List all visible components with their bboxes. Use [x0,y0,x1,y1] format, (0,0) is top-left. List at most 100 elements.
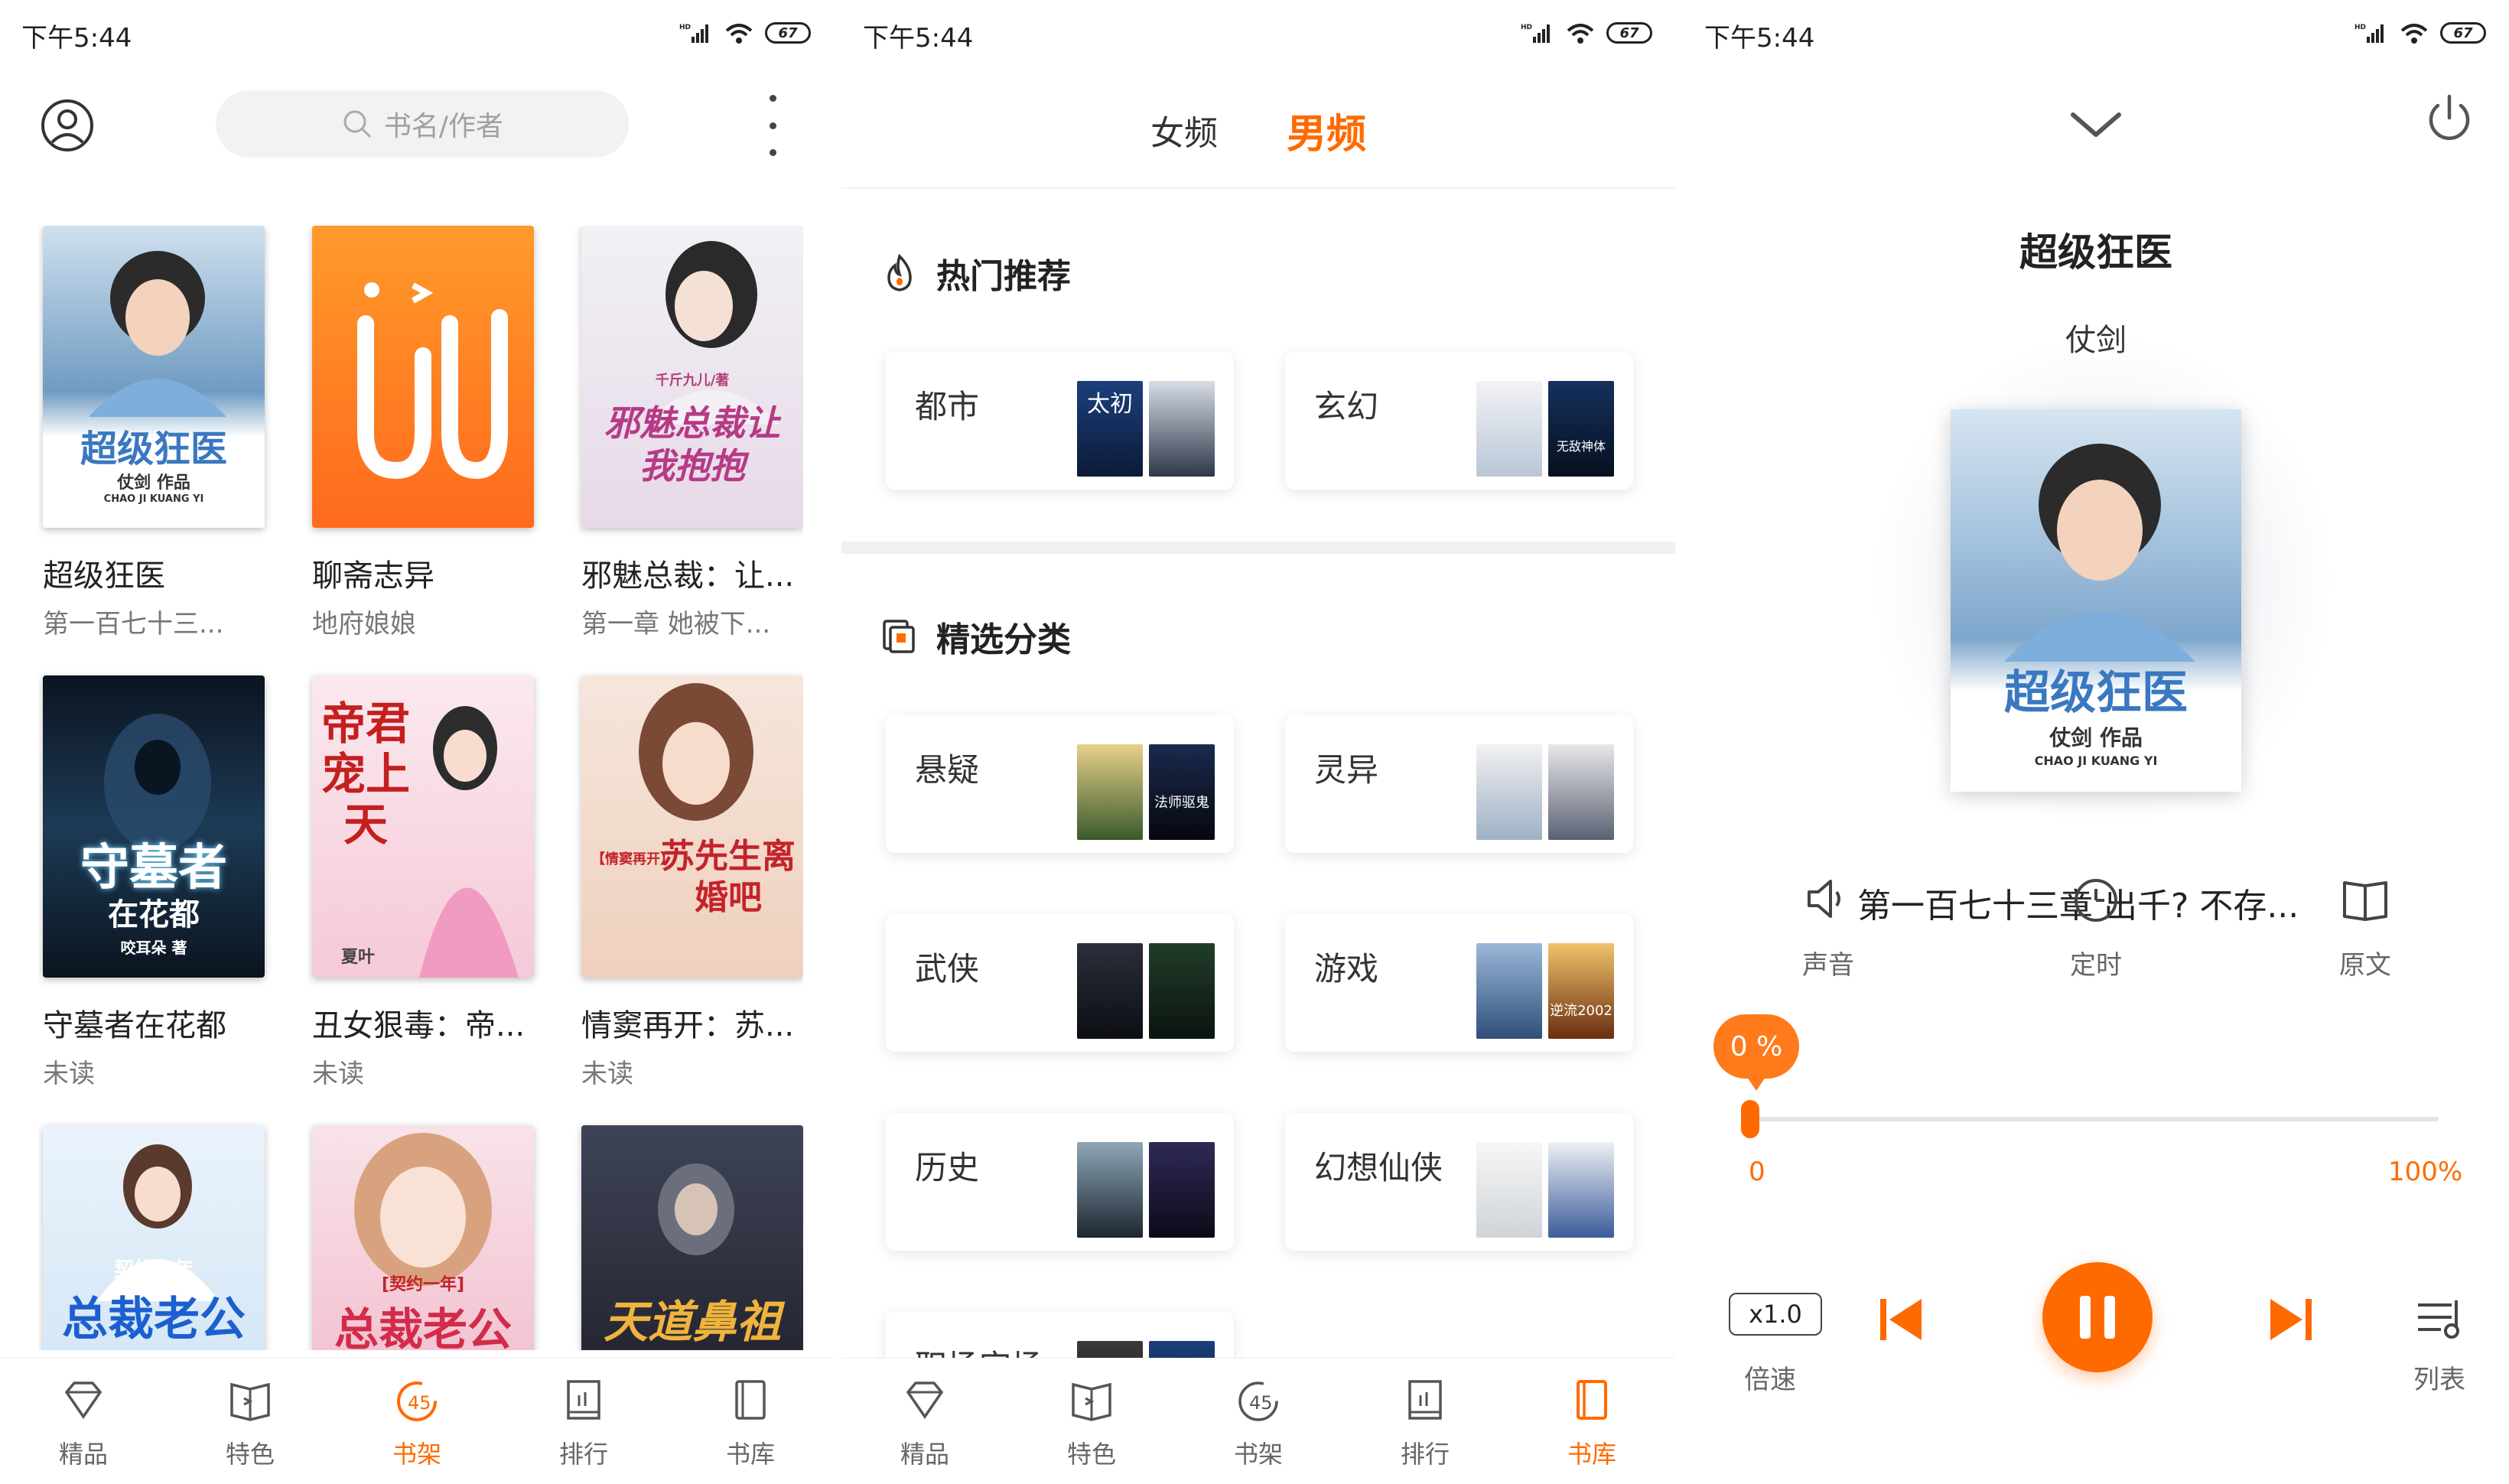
feature-book-icon [1072,1382,1111,1421]
tab-paihang[interactable]: 排行 [500,1359,667,1484]
tab-jingpin[interactable]: 精品 [841,1359,1008,1484]
more-menu-icon[interactable] [757,95,788,156]
category-card[interactable]: 游戏 逆流2002 [1285,914,1633,1052]
book-cover: 【情窦再开】 苏先生离婚吧 [581,675,803,978]
book-progress: 未读 [43,1059,95,1089]
book-cover: [契约一年] 总裁老公 [312,1125,534,1350]
svg-text:HD: HD [1521,24,1532,31]
book-item[interactable]: 聊斋志异 地府娘娘 [312,226,542,640]
svg-text:HD: HD [2354,24,2366,31]
book-title: 丑女狠毒：帝... [312,1008,526,1043]
signal-icon: HD [679,24,708,43]
mini-cover [1077,1142,1143,1238]
book-item[interactable]: 超级狂医 仗剑 作品 CHAO JI KUANG YI 超级狂医 第一百七十三.… [43,226,272,640]
timer-control[interactable]: 定时 [2058,872,2134,981]
book-item[interactable]: 天道鼻祖 [581,1125,803,1350]
book-item[interactable]: [契约一年] 总裁老公 [312,1125,542,1350]
library-screen: 下午5:44 HD 67 女频 男频 热门推荐 都市 太初 玄幻 无敌神体 精选… [841,0,1675,1484]
progress-thumb[interactable] [1741,1100,1759,1138]
mini-cover [1149,1142,1215,1238]
category-card[interactable]: 悬疑 法师驱鬼 [886,715,1234,853]
book-cover: 契约一年 总裁老公 [43,1125,265,1350]
book-cover [312,226,534,528]
status-bar: 下午5:44 HD 67 [0,0,834,69]
status-icons: HD 67 [679,20,811,46]
tab-female[interactable]: 女频 [1150,106,1218,155]
speed-button[interactable]: x1.0 [1729,1293,1822,1336]
mini-cover [1548,1142,1614,1238]
mini-cover: 逆流2002 [1548,943,1614,1039]
tab-paihang[interactable]: 排行 [1342,1359,1508,1484]
book-title: 邪魅总裁：让... [581,558,795,594]
tab-jingpin[interactable]: 精品 [0,1359,167,1484]
category-card[interactable]: 都市 太初 [886,352,1234,490]
book-title: 超级狂医 [43,558,165,594]
chevron-down-icon[interactable] [2065,107,2127,142]
category-card[interactable]: 玄幻 无敌神体 [1285,352,1633,490]
hot-section-header: 热门推荐 [880,249,1071,298]
mini-cover [1476,744,1542,840]
previous-icon[interactable] [1874,1293,1928,1346]
book-item[interactable]: 契约一年 总裁老公 [43,1125,272,1350]
tab-tese[interactable]: 特色 [167,1359,334,1484]
status-icons: HD 67 [1521,20,1652,46]
mini-cover: 无敌神体 [1548,381,1614,477]
sound-control[interactable]: 声音 [1790,872,1866,981]
book-progress: 地府娘娘 [312,609,416,639]
tab-shuku[interactable]: 书库 [667,1359,834,1484]
book-item[interactable]: 帝君宠上天 夏叶 丑女狠毒：帝... 未读 [312,675,542,1090]
category-card[interactable]: 历史 [886,1113,1234,1251]
tab-shujia[interactable]: 45 书架 [334,1359,500,1484]
category-name: 游戏 [1314,950,1379,988]
progress-min: 0 [1749,1157,1765,1187]
mini-cover [1476,943,1542,1039]
pause-button[interactable] [2042,1262,2153,1372]
book-cover: 超级狂医 仗剑 作品 CHAO JI KUANG YI [43,226,265,528]
category-card[interactable]: 幻想仙侠 [1285,1113,1633,1251]
book-title: 守墓者在花都 [43,1008,226,1043]
mini-cover [1149,381,1215,477]
original-text-control[interactable]: 原文 [2327,872,2403,981]
hot-title: 热门推荐 [936,257,1071,296]
tab-tese[interactable]: 特色 [1008,1359,1175,1484]
tab-label: 书架 [1233,1440,1283,1469]
search-input[interactable]: 书名/作者 [216,90,629,158]
user-avatar-icon[interactable] [40,98,95,153]
shelf-header: 书名/作者 [0,90,834,161]
status-time: 下午5:44 [21,23,132,54]
playlist-icon[interactable] [2413,1293,2472,1346]
book-item[interactable]: 守墓者 在花都 咬耳朵 著 守墓者在花都 未读 [43,675,272,1090]
tab-shujia[interactable]: 45 书架 [1175,1359,1342,1484]
mini-cover [1476,1142,1542,1238]
tab-male[interactable]: 男频 [1287,102,1366,159]
power-icon[interactable] [2421,90,2478,147]
next-icon[interactable] [2264,1293,2318,1346]
book-cover: 千斤九儿/著 邪魅总裁让我抱抱 [581,226,803,528]
mini-cover: 太初 [1077,381,1143,477]
category-card[interactable]: 灵异 [1285,715,1633,853]
library-icon [1577,1380,1607,1420]
book-progress: 第一章 她被下... [581,609,771,639]
mini-cover [1548,744,1614,840]
category-name: 玄幻 [1314,388,1379,425]
book-cover: 帝君宠上天 夏叶 [312,675,534,978]
rank-icon [567,1380,600,1420]
book-item[interactable]: 【情窦再开】 苏先生离婚吧 情窦再开：苏... 未读 [581,675,803,1090]
svg-text:HD: HD [679,24,691,31]
divider [841,187,1675,189]
shelf-icon: 45 [397,1381,437,1421]
tab-label: 精品 [900,1440,949,1469]
feature-book-icon [230,1382,270,1421]
category-title: 精选分类 [936,620,1071,659]
category-card[interactable]: 武侠 [886,914,1234,1052]
app-logo-icon [357,282,508,480]
progress-track[interactable] [1750,1117,2439,1121]
tab-shuku[interactable]: 书库 [1508,1359,1675,1484]
search-placeholder: 书名/作者 [383,111,504,142]
progress-badge: 0 % [1713,1014,1799,1091]
svg-text:45: 45 [408,1392,431,1414]
signal-icon: HD [1521,24,1550,43]
tab-label: 书库 [1567,1440,1616,1469]
book-item[interactable]: 千斤九儿/著 邪魅总裁让我抱抱 邪魅总裁：让... 第一章 她被下... [581,226,803,640]
mini-cover [1077,943,1143,1039]
